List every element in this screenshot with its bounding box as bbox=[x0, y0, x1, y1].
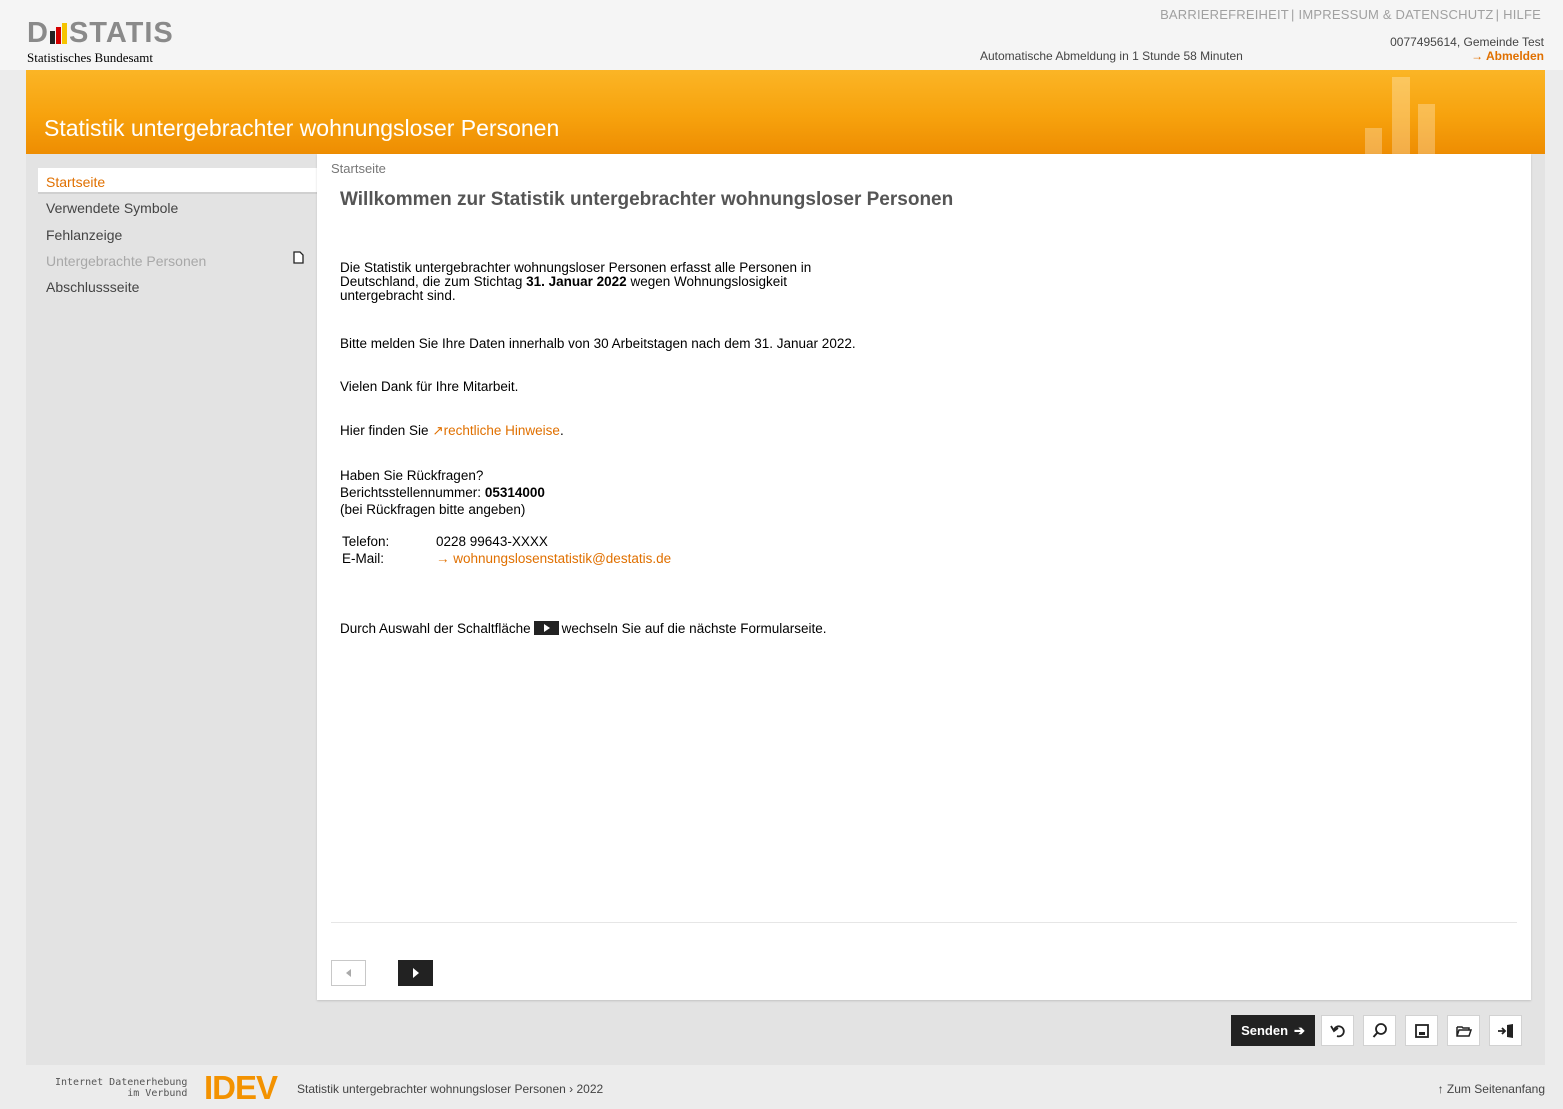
arrow-right-icon: → bbox=[436, 551, 454, 566]
link-hilfe[interactable]: HILFE bbox=[1503, 7, 1541, 22]
exit-icon bbox=[1497, 1023, 1513, 1038]
arrow-right-icon: → bbox=[1471, 49, 1486, 63]
send-button[interactable]: Senden ➔ bbox=[1231, 1015, 1315, 1046]
idev-logo: IDEV bbox=[204, 1069, 278, 1106]
back-to-top-link[interactable]: ↑ Zum Seitenanfang bbox=[1438, 1082, 1545, 1096]
phone-label: Telefon: bbox=[342, 534, 390, 549]
questions-heading: Haben Sie Rückfragen? bbox=[340, 468, 484, 483]
sidebar-item-startseite[interactable]: Startseite bbox=[38, 168, 317, 194]
bar-chart-decoration bbox=[1418, 104, 1435, 154]
reference-date: 31. Januar 2022 bbox=[526, 274, 627, 289]
bar-chart-decoration bbox=[1392, 77, 1410, 154]
sidebar-item-untergebrachte-personen: Untergebrachte Personen bbox=[38, 247, 317, 273]
external-link-icon: ↗ bbox=[432, 423, 444, 438]
reporting-number: 05314000 bbox=[484, 485, 545, 500]
legal-info-text: Hier finden Sie ↗rechtliche Hinweise. bbox=[340, 423, 564, 438]
logo-text: STATIS bbox=[68, 17, 174, 49]
logo-subtitle: Statistisches Bundesamt bbox=[27, 50, 154, 65]
email-label: E-Mail: bbox=[342, 551, 385, 566]
sidebar-navigation: Startseite Verwendete Symbole Fehlanzeig… bbox=[26, 154, 317, 1000]
contact-section: Haben Sie Rückfragen? Berichtsstellennum… bbox=[340, 468, 545, 517]
link-barrierefreiheit[interactable]: BARRIEREFREIHEIT bbox=[1160, 7, 1289, 22]
legal-notes-link[interactable]: ↗rechtliche Hinweise bbox=[432, 423, 560, 438]
next-page-button[interactable] bbox=[398, 960, 433, 986]
link-impressum-datenschutz[interactable]: IMPRESSUM & DATENSCHUTZ bbox=[1299, 7, 1494, 22]
destatis-logo[interactable]: D STATIS Statistisches Bundesamt bbox=[27, 18, 174, 66]
search-button[interactable] bbox=[1363, 1015, 1396, 1046]
open-folder-icon bbox=[1455, 1025, 1472, 1037]
intro-text: Die Statistik untergebrachter wohnungslo… bbox=[340, 260, 812, 303]
logo-wordmark: D STATIS bbox=[27, 17, 174, 49]
email-link[interactable]: → wohnungslosenstatistik@destatis.de bbox=[436, 551, 671, 566]
thanks-text: Vielen Dank für Ihre Mitarbeit. bbox=[340, 379, 519, 394]
breadcrumb: Startseite bbox=[331, 161, 386, 176]
contact-details: Telefon: 0228 99643-XXXX E-Mail: → wohnung… bbox=[342, 533, 671, 567]
search-icon bbox=[1372, 1022, 1387, 1038]
open-button[interactable] bbox=[1447, 1015, 1480, 1046]
top-header: D STATIS Statistisches Bundesamt BARRIER… bbox=[0, 0, 1563, 70]
bar-chart-decoration bbox=[1365, 128, 1382, 154]
main-content: Startseite Willkommen zur Statistik unte… bbox=[317, 154, 1531, 1000]
divider: | bbox=[1290, 7, 1295, 22]
sidebar-item-abschlussseite[interactable]: Abschlussseite bbox=[38, 273, 317, 299]
undo-button[interactable] bbox=[1321, 1015, 1354, 1046]
page-footer: Internet Datenerhebung im Verbund IDEV S… bbox=[0, 1065, 1563, 1109]
undo-icon bbox=[1329, 1025, 1345, 1037]
page-title: Willkommen zur Statistik untergebrachter… bbox=[340, 189, 954, 210]
divider: | bbox=[1495, 7, 1500, 22]
document-icon bbox=[293, 251, 304, 264]
next-page-hint: Durch Auswahl der Schaltfläche wechseln S… bbox=[340, 621, 827, 636]
save-icon bbox=[1414, 1023, 1429, 1038]
meta-navigation: BARRIEREFREIHEIT | IMPRESSUM & DATENSCHUTZ… bbox=[1160, 7, 1541, 22]
auto-logout-info: Automatische Abmeldung in 1 Stunde 58 Mi… bbox=[980, 49, 1243, 63]
user-info: 0077495614, Gemeinde Test bbox=[1390, 35, 1544, 49]
sidebar-item-verwendete-symbole[interactable]: Verwendete Symbole bbox=[38, 194, 317, 220]
exit-button[interactable] bbox=[1489, 1015, 1522, 1046]
phone-value: 0228 99643-XXXX bbox=[436, 534, 548, 549]
footer-breadcrumb: Statistik untergebrachter wohnungsloser … bbox=[297, 1082, 604, 1096]
idev-tagline: Internet Datenerhebung im Verbund bbox=[55, 1077, 188, 1099]
form-frame: Startseite Verwendete Symbole Fehlanzeig… bbox=[26, 154, 1545, 1065]
save-button[interactable] bbox=[1405, 1015, 1438, 1046]
flag-bars-icon bbox=[49, 23, 68, 44]
next-button-icon bbox=[533, 621, 559, 635]
survey-title: Statistik untergebrachter wohnungsloser … bbox=[44, 115, 560, 141]
content-divider bbox=[331, 922, 1517, 923]
previous-page-button[interactable] bbox=[331, 960, 366, 986]
deadline-text: Bitte melden Sie Ihre Daten innerhalb vo… bbox=[340, 336, 856, 351]
arrow-right-icon: ➔ bbox=[1294, 1022, 1305, 1038]
logout-link[interactable]: → Abmelden bbox=[1471, 49, 1544, 63]
title-banner: Statistik untergebrachter wohnungsloser … bbox=[26, 70, 1545, 154]
sidebar-item-fehlanzeige[interactable]: Fehlanzeige bbox=[38, 221, 317, 247]
